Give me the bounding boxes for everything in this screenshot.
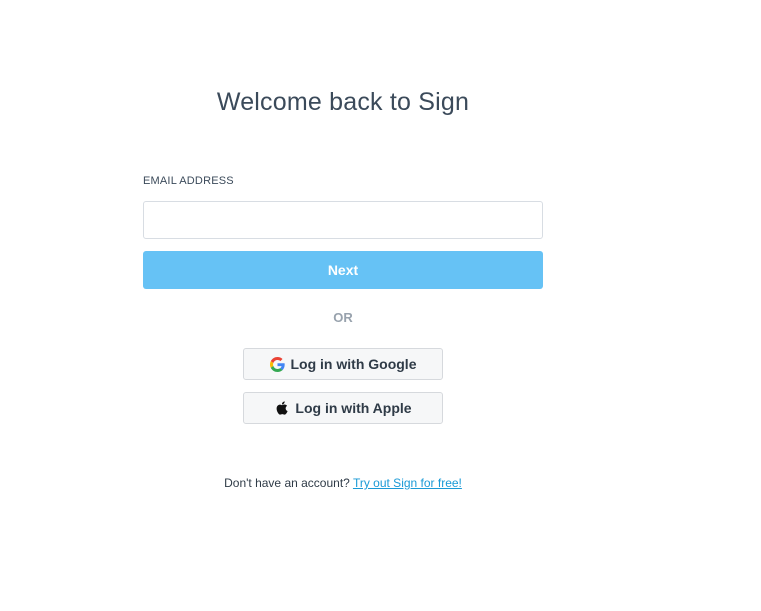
signup-prompt: Don't have an account? [224, 476, 350, 490]
email-input[interactable] [143, 201, 543, 239]
page-title: Welcome back to Sign [216, 88, 470, 116]
signup-prompt-line: Don't have an account? Try out Sign for … [143, 476, 543, 490]
google-icon [269, 356, 285, 372]
apple-login-label: Log in with Apple [295, 400, 412, 416]
apple-icon [274, 401, 289, 416]
email-label: EMAIL ADDRESS [143, 175, 234, 187]
next-button[interactable]: Next [143, 251, 543, 289]
apple-login-button[interactable]: Log in with Apple [243, 392, 443, 424]
or-divider: OR [333, 310, 353, 325]
signup-link[interactable]: Try out Sign for free! [353, 476, 462, 490]
login-page: Welcome back to Sign EMAIL ADDRESS Next … [0, 0, 761, 611]
google-login-button[interactable]: Log in with Google [243, 348, 443, 380]
google-login-label: Log in with Google [290, 356, 417, 372]
